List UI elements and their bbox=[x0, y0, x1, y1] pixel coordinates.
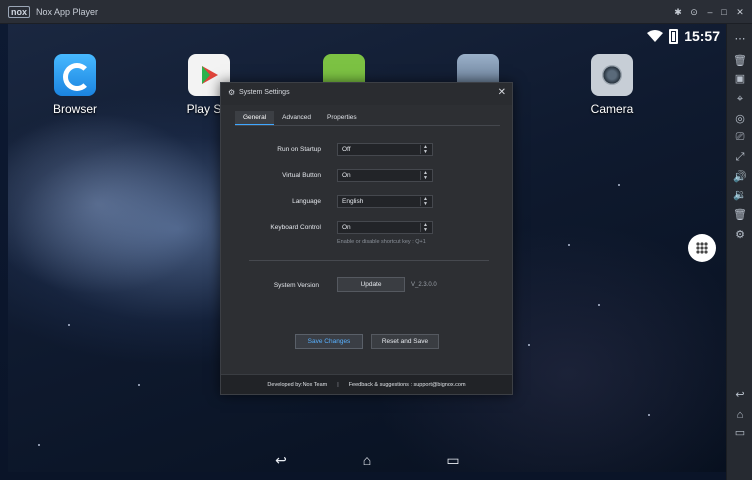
home-icon[interactable]: ⌂ bbox=[357, 453, 377, 467]
tab-bar: General Advanced Properties bbox=[235, 111, 365, 125]
toolbox-icon[interactable]: ⚙ bbox=[733, 228, 747, 242]
keyboard-control-select[interactable]: On ▲ ▼ bbox=[337, 221, 433, 234]
select-value: On bbox=[342, 172, 351, 179]
nox-app-player-window: nox Nox App Player ✱ ⊙ – □ ✕ 15:57 Brows… bbox=[0, 0, 752, 480]
maximize-icon[interactable]: □ bbox=[718, 6, 730, 18]
wifi-icon bbox=[647, 30, 664, 42]
close-window-icon[interactable]: ✕ bbox=[734, 6, 746, 18]
chevron-updown-icon: ▲ ▼ bbox=[420, 145, 430, 154]
tab-advanced[interactable]: Advanced bbox=[274, 111, 319, 125]
select-value: On bbox=[342, 224, 351, 231]
app-label: Browser bbox=[52, 102, 97, 116]
browser-icon bbox=[54, 54, 96, 96]
volume-down-icon[interactable]: 🔉 bbox=[733, 188, 747, 202]
right-toolbar: ⋯ 🗑 ▣ ⌖ ◎ ⎚ ⤢ 🔊 🔉 🗑 ⚙ ↩ ⌂ ▭ bbox=[726, 24, 752, 480]
dialog-header: ⚙ System Settings ✕ bbox=[221, 83, 512, 105]
camera-icon bbox=[591, 54, 633, 96]
status-bar: 15:57 bbox=[647, 26, 720, 46]
sidebar-back-icon[interactable]: ↩ bbox=[733, 388, 747, 402]
sidebar-home-icon[interactable]: ⌂ bbox=[733, 408, 747, 422]
footer-separator: | bbox=[337, 381, 339, 388]
pin-icon[interactable]: ⊙ bbox=[688, 6, 700, 18]
chevron-updown-icon: ▲ ▼ bbox=[420, 197, 430, 206]
language-select[interactable]: English ▲ ▼ bbox=[337, 195, 433, 208]
language-label: Language bbox=[292, 198, 321, 205]
keyboard-control-label: Keyboard Control bbox=[270, 224, 321, 231]
apk-install-icon[interactable]: ▣ bbox=[733, 72, 747, 86]
virtual-button-label: Virtual Button bbox=[282, 172, 321, 179]
recent-apps-icon[interactable]: ▭ bbox=[443, 453, 463, 467]
delete-icon[interactable]: 🗑 bbox=[733, 208, 747, 222]
section-divider bbox=[249, 260, 489, 261]
chevron-updown-icon: ▲ ▼ bbox=[420, 171, 430, 180]
location-icon[interactable]: ⌖ bbox=[733, 92, 747, 106]
app-label: Camera bbox=[590, 102, 634, 116]
keyboard-hint: Enable or disable shortcut key : Q+1 bbox=[337, 239, 426, 245]
save-changes-button[interactable]: Save Changes bbox=[295, 334, 363, 349]
android-nav-bar: ↩ ⌂ ▭ bbox=[8, 448, 726, 472]
virtual-button-select[interactable]: On ▲ ▼ bbox=[337, 169, 433, 182]
nox-logo: nox bbox=[8, 6, 31, 18]
fullscreen-icon[interactable]: ⤢ bbox=[733, 150, 747, 164]
app-camera[interactable]: Camera bbox=[572, 54, 652, 116]
run-on-startup-select[interactable]: Off ▲ ▼ bbox=[337, 143, 433, 156]
trash-icon[interactable]: 🗑 bbox=[733, 54, 747, 68]
window-title: Nox App Player bbox=[36, 7, 99, 17]
run-on-startup-label: Run on Startup bbox=[277, 146, 321, 153]
battery-icon bbox=[669, 28, 679, 44]
footer-developer: Developed by:Nox Team bbox=[267, 381, 328, 388]
status-time: 15:57 bbox=[684, 28, 720, 44]
dialog-footer: Developed by:Nox Team | Feedback & sugge… bbox=[221, 374, 512, 394]
dots-icon bbox=[696, 242, 708, 254]
version-text: V_2.3.0.0 bbox=[411, 282, 437, 288]
chevron-updown-icon: ▲ ▼ bbox=[420, 223, 430, 232]
minimize-icon[interactable]: – bbox=[704, 6, 716, 18]
sidebar-recent-icon[interactable]: ▭ bbox=[733, 426, 747, 440]
title-bar: nox Nox App Player ✱ ⊙ – □ ✕ bbox=[0, 0, 752, 24]
update-button[interactable]: Update bbox=[337, 277, 405, 292]
footer-feedback[interactable]: Feedback & suggestions : support@bignox.… bbox=[349, 382, 466, 388]
close-icon[interactable]: ✕ bbox=[498, 87, 506, 98]
tab-properties[interactable]: Properties bbox=[319, 111, 365, 125]
system-settings-dialog: ⚙ System Settings ✕ General Advanced Pro… bbox=[220, 82, 513, 395]
tab-general[interactable]: General bbox=[235, 111, 275, 125]
back-icon[interactable]: ↩ bbox=[271, 453, 291, 467]
system-version-label: System Version bbox=[273, 282, 319, 289]
screenshot-icon[interactable]: ⎚ bbox=[733, 130, 747, 144]
select-value: English bbox=[342, 198, 364, 205]
menu-dots-icon[interactable]: ⋯ bbox=[733, 32, 747, 46]
gear-icon: ⚙ bbox=[228, 88, 236, 97]
volume-up-icon[interactable]: 🔊 bbox=[733, 170, 747, 184]
dialog-title: System Settings bbox=[239, 89, 290, 96]
app-drawer-button[interactable] bbox=[688, 234, 716, 262]
shake-icon[interactable]: ◎ bbox=[733, 112, 747, 126]
app-browser[interactable]: Browser bbox=[35, 54, 115, 116]
tab-divider bbox=[235, 125, 500, 126]
settings-icon[interactable]: ✱ bbox=[672, 6, 684, 18]
reset-and-save-button[interactable]: Reset and Save bbox=[371, 334, 439, 349]
select-value: Off bbox=[342, 146, 351, 153]
